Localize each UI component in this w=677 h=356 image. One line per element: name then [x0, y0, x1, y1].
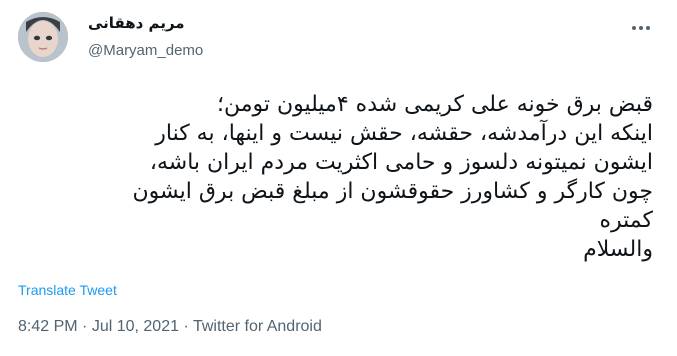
tweet-text-line: کمتره — [599, 208, 654, 233]
tweet-source[interactable]: Twitter for Android — [193, 318, 322, 335]
avatar[interactable] — [18, 12, 68, 62]
tweet-meta: 8:42 PM · Jul 10, 2021 · Twitter for And… — [18, 318, 322, 336]
meta-separator: · — [179, 318, 193, 335]
more-options-button[interactable] — [629, 18, 653, 38]
tweet-date[interactable]: Jul 10, 2021 — [92, 318, 179, 335]
tweet-text-line: قبض برق خونه علی کریمی شده ۴میلیون تومن؛ — [216, 92, 653, 117]
tweet-text-line: اینکه این درآمدشه، حقشه، حقش نیست و اینه… — [155, 121, 653, 146]
more-horizontal-icon — [632, 26, 650, 30]
author-display-name[interactable]: مریم دهقانی — [88, 14, 185, 32]
tweet-card: مریم دهقانی @Maryam_demo قبض برق خونه عل… — [0, 0, 677, 356]
tweet-text: قبض برق خونه علی کریمی شده ۴میلیون تومن؛… — [13, 90, 653, 264]
tweet-text-line: والسلام — [583, 237, 653, 262]
tweet-time[interactable]: 8:42 PM — [18, 318, 78, 335]
translate-tweet-link[interactable]: Translate Tweet — [18, 282, 117, 298]
tweet-text-line: چون کارگر و کشاورز حقوقشون از مبلغ قبض ب… — [132, 179, 653, 204]
meta-separator: · — [77, 318, 92, 335]
tweet-text-line: ایشون نمیتونه دلسوز و حامی اکثریت مردم ا… — [149, 150, 653, 175]
author-username[interactable]: @Maryam_demo — [88, 42, 203, 59]
user-avatar-icon — [18, 12, 68, 62]
